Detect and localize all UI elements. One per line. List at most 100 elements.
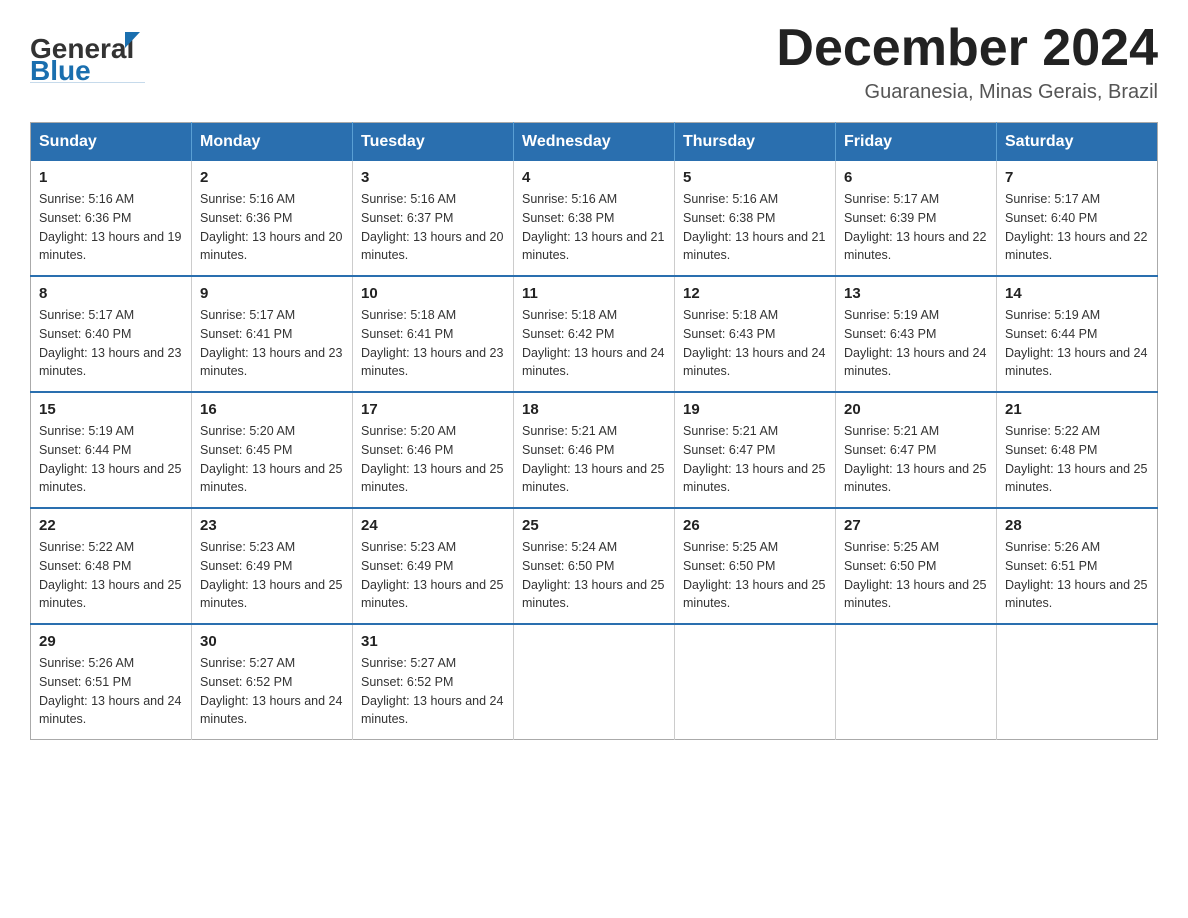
day-number: 2	[200, 169, 344, 186]
header-row: SundayMondayTuesdayWednesdayThursdayFrid…	[31, 123, 1158, 162]
day-number: 6	[844, 169, 988, 186]
calendar-cell: 10 Sunrise: 5:18 AMSunset: 6:41 PMDaylig…	[353, 276, 514, 392]
day-info: Sunrise: 5:26 AMSunset: 6:51 PMDaylight:…	[39, 654, 183, 729]
calendar-cell: 26 Sunrise: 5:25 AMSunset: 6:50 PMDaylig…	[675, 508, 836, 624]
calendar-cell: 29 Sunrise: 5:26 AMSunset: 6:51 PMDaylig…	[31, 624, 192, 740]
location: Guaranesia, Minas Gerais, Brazil	[776, 81, 1158, 104]
logo: General Blue	[30, 28, 150, 83]
day-number: 13	[844, 285, 988, 302]
day-info: Sunrise: 5:17 AMSunset: 6:41 PMDaylight:…	[200, 306, 344, 381]
header-tuesday: Tuesday	[353, 123, 514, 162]
day-info: Sunrise: 5:19 AMSunset: 6:44 PMDaylight:…	[39, 422, 183, 497]
day-info: Sunrise: 5:16 AMSunset: 6:38 PMDaylight:…	[522, 190, 666, 265]
calendar-cell: 31 Sunrise: 5:27 AMSunset: 6:52 PMDaylig…	[353, 624, 514, 740]
page-header: General Blue December 2024 Guaranesia, M…	[30, 20, 1158, 104]
day-number: 27	[844, 517, 988, 534]
day-info: Sunrise: 5:21 AMSunset: 6:47 PMDaylight:…	[844, 422, 988, 497]
calendar-cell: 22 Sunrise: 5:22 AMSunset: 6:48 PMDaylig…	[31, 508, 192, 624]
day-number: 31	[361, 633, 505, 650]
week-row-3: 15 Sunrise: 5:19 AMSunset: 6:44 PMDaylig…	[31, 392, 1158, 508]
header-monday: Monday	[192, 123, 353, 162]
calendar-cell: 12 Sunrise: 5:18 AMSunset: 6:43 PMDaylig…	[675, 276, 836, 392]
calendar-header: SundayMondayTuesdayWednesdayThursdayFrid…	[31, 123, 1158, 162]
calendar-cell: 15 Sunrise: 5:19 AMSunset: 6:44 PMDaylig…	[31, 392, 192, 508]
calendar-cell: 14 Sunrise: 5:19 AMSunset: 6:44 PMDaylig…	[997, 276, 1158, 392]
day-info: Sunrise: 5:20 AMSunset: 6:46 PMDaylight:…	[361, 422, 505, 497]
header-saturday: Saturday	[997, 123, 1158, 162]
day-number: 17	[361, 401, 505, 418]
day-info: Sunrise: 5:18 AMSunset: 6:42 PMDaylight:…	[522, 306, 666, 381]
calendar-cell: 2 Sunrise: 5:16 AMSunset: 6:36 PMDayligh…	[192, 161, 353, 276]
day-number: 8	[39, 285, 183, 302]
day-info: Sunrise: 5:16 AMSunset: 6:36 PMDaylight:…	[39, 190, 183, 265]
day-number: 9	[200, 285, 344, 302]
day-info: Sunrise: 5:16 AMSunset: 6:38 PMDaylight:…	[683, 190, 827, 265]
day-info: Sunrise: 5:18 AMSunset: 6:43 PMDaylight:…	[683, 306, 827, 381]
day-info: Sunrise: 5:27 AMSunset: 6:52 PMDaylight:…	[200, 654, 344, 729]
calendar-cell: 5 Sunrise: 5:16 AMSunset: 6:38 PMDayligh…	[675, 161, 836, 276]
day-number: 21	[1005, 401, 1149, 418]
day-number: 19	[683, 401, 827, 418]
day-info: Sunrise: 5:23 AMSunset: 6:49 PMDaylight:…	[200, 538, 344, 613]
day-info: Sunrise: 5:20 AMSunset: 6:45 PMDaylight:…	[200, 422, 344, 497]
day-number: 22	[39, 517, 183, 534]
day-number: 23	[200, 517, 344, 534]
calendar-cell: 25 Sunrise: 5:24 AMSunset: 6:50 PMDaylig…	[514, 508, 675, 624]
week-row-1: 1 Sunrise: 5:16 AMSunset: 6:36 PMDayligh…	[31, 161, 1158, 276]
svg-text:Blue: Blue	[30, 55, 91, 83]
calendar-cell: 16 Sunrise: 5:20 AMSunset: 6:45 PMDaylig…	[192, 392, 353, 508]
calendar-cell: 30 Sunrise: 5:27 AMSunset: 6:52 PMDaylig…	[192, 624, 353, 740]
calendar-cell: 20 Sunrise: 5:21 AMSunset: 6:47 PMDaylig…	[836, 392, 997, 508]
day-info: Sunrise: 5:19 AMSunset: 6:43 PMDaylight:…	[844, 306, 988, 381]
calendar-cell: 23 Sunrise: 5:23 AMSunset: 6:49 PMDaylig…	[192, 508, 353, 624]
day-info: Sunrise: 5:25 AMSunset: 6:50 PMDaylight:…	[844, 538, 988, 613]
calendar-cell: 19 Sunrise: 5:21 AMSunset: 6:47 PMDaylig…	[675, 392, 836, 508]
day-info: Sunrise: 5:24 AMSunset: 6:50 PMDaylight:…	[522, 538, 666, 613]
header-sunday: Sunday	[31, 123, 192, 162]
day-number: 18	[522, 401, 666, 418]
day-number: 3	[361, 169, 505, 186]
header-friday: Friday	[836, 123, 997, 162]
day-number: 5	[683, 169, 827, 186]
day-number: 25	[522, 517, 666, 534]
calendar-cell: 17 Sunrise: 5:20 AMSunset: 6:46 PMDaylig…	[353, 392, 514, 508]
day-info: Sunrise: 5:18 AMSunset: 6:41 PMDaylight:…	[361, 306, 505, 381]
week-row-5: 29 Sunrise: 5:26 AMSunset: 6:51 PMDaylig…	[31, 624, 1158, 740]
calendar-cell	[997, 624, 1158, 740]
month-title: December 2024	[776, 20, 1158, 77]
calendar-cell: 6 Sunrise: 5:17 AMSunset: 6:39 PMDayligh…	[836, 161, 997, 276]
logo-svg: General Blue	[30, 28, 150, 83]
day-number: 28	[1005, 517, 1149, 534]
day-number: 11	[522, 285, 666, 302]
calendar-cell	[836, 624, 997, 740]
calendar-cell: 28 Sunrise: 5:26 AMSunset: 6:51 PMDaylig…	[997, 508, 1158, 624]
day-info: Sunrise: 5:22 AMSunset: 6:48 PMDaylight:…	[1005, 422, 1149, 497]
day-info: Sunrise: 5:25 AMSunset: 6:50 PMDaylight:…	[683, 538, 827, 613]
calendar-cell: 18 Sunrise: 5:21 AMSunset: 6:46 PMDaylig…	[514, 392, 675, 508]
calendar-cell	[675, 624, 836, 740]
day-info: Sunrise: 5:19 AMSunset: 6:44 PMDaylight:…	[1005, 306, 1149, 381]
calendar-cell	[514, 624, 675, 740]
day-info: Sunrise: 5:16 AMSunset: 6:37 PMDaylight:…	[361, 190, 505, 265]
calendar-cell: 24 Sunrise: 5:23 AMSunset: 6:49 PMDaylig…	[353, 508, 514, 624]
calendar-cell: 1 Sunrise: 5:16 AMSunset: 6:36 PMDayligh…	[31, 161, 192, 276]
day-info: Sunrise: 5:21 AMSunset: 6:46 PMDaylight:…	[522, 422, 666, 497]
day-number: 24	[361, 517, 505, 534]
calendar-body: 1 Sunrise: 5:16 AMSunset: 6:36 PMDayligh…	[31, 161, 1158, 740]
day-info: Sunrise: 5:23 AMSunset: 6:49 PMDaylight:…	[361, 538, 505, 613]
day-number: 15	[39, 401, 183, 418]
day-info: Sunrise: 5:21 AMSunset: 6:47 PMDaylight:…	[683, 422, 827, 497]
day-info: Sunrise: 5:16 AMSunset: 6:36 PMDaylight:…	[200, 190, 344, 265]
calendar-cell: 3 Sunrise: 5:16 AMSunset: 6:37 PMDayligh…	[353, 161, 514, 276]
title-section: December 2024 Guaranesia, Minas Gerais, …	[776, 20, 1158, 104]
calendar-cell: 13 Sunrise: 5:19 AMSunset: 6:43 PMDaylig…	[836, 276, 997, 392]
header-thursday: Thursday	[675, 123, 836, 162]
day-number: 30	[200, 633, 344, 650]
day-info: Sunrise: 5:22 AMSunset: 6:48 PMDaylight:…	[39, 538, 183, 613]
day-info: Sunrise: 5:17 AMSunset: 6:40 PMDaylight:…	[39, 306, 183, 381]
day-number: 4	[522, 169, 666, 186]
header-wednesday: Wednesday	[514, 123, 675, 162]
day-info: Sunrise: 5:26 AMSunset: 6:51 PMDaylight:…	[1005, 538, 1149, 613]
calendar-cell: 8 Sunrise: 5:17 AMSunset: 6:40 PMDayligh…	[31, 276, 192, 392]
day-info: Sunrise: 5:27 AMSunset: 6:52 PMDaylight:…	[361, 654, 505, 729]
